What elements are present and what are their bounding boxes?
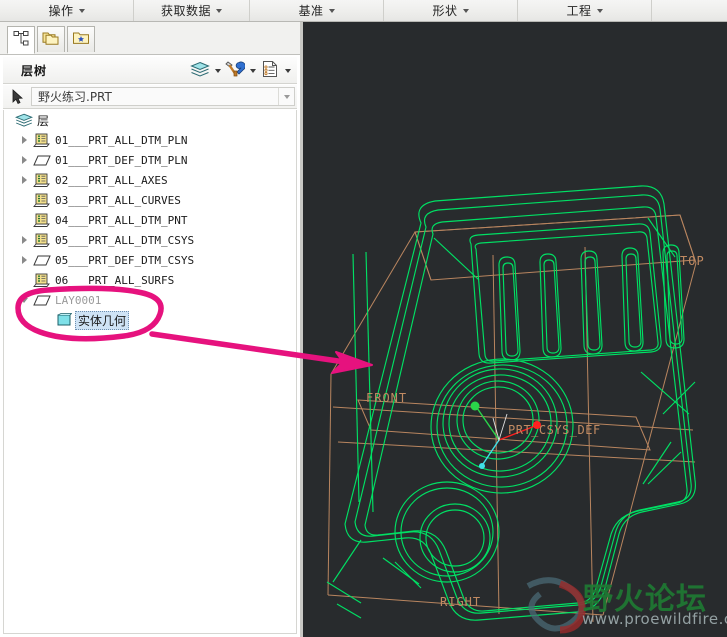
part-selector-row: 野火练习.PRT — [3, 85, 297, 109]
ribbon-group-datum-label: 基准 — [298, 4, 324, 18]
tree-item-label: 01___PRT_ALL_DTM_PLN — [55, 133, 188, 147]
axis-z-marker — [479, 463, 485, 469]
ribbon-group-get-data-label: 获取数据 — [160, 4, 211, 18]
layers-icon — [190, 61, 210, 81]
part-combobox[interactable]: 野火练习.PRT — [31, 87, 295, 106]
ribbon-group-datum[interactable]: 基准 — [250, 0, 384, 21]
twisty-collapsed-icon[interactable] — [16, 230, 32, 250]
solid-icon — [54, 310, 74, 330]
tab-folder-browser[interactable] — [37, 26, 65, 52]
csys-label: PRT_CSYS_DEF — [508, 423, 601, 437]
tree-item-row[interactable]: 05___PRT_ALL_DTM_CSYS — [4, 230, 296, 250]
chevron-down-icon — [284, 68, 291, 73]
layer-icon — [32, 230, 52, 250]
plane-icon — [32, 150, 52, 170]
layer-tree[interactable]: 层 01___PRT_ALL_DTM_PLN 01___PRT_DEF_DTM_P… — [3, 110, 297, 634]
datum-label-top: TOP — [680, 254, 705, 268]
model-tree-icon — [13, 30, 30, 50]
part-name-value: 野火练习.PRT — [38, 90, 112, 104]
tree-item-row[interactable]: 06___PRT_ALL_SURFS — [4, 270, 296, 290]
tree-item-row[interactable]: 05___PRT_DEF_DTM_CSYS — [4, 250, 296, 270]
tree-root-row[interactable]: 层 — [4, 110, 296, 130]
plane-icon — [32, 250, 52, 270]
tree-item-container: 01___PRT_ALL_DTM_PLN 01___PRT_DEF_DTM_PLN… — [4, 130, 296, 330]
chevron-down-icon — [596, 8, 603, 13]
datum-label-right: RIGHT — [440, 595, 482, 609]
tree-item-label: 02___PRT_ALL_AXES — [55, 173, 168, 187]
panel-header-tools — [189, 57, 293, 84]
twisty-collapsed-icon[interactable] — [16, 130, 32, 150]
layers-display-button[interactable] — [189, 60, 211, 82]
tree-item-label: 05___PRT_ALL_DTM_CSYS — [55, 233, 195, 247]
layer-icon — [32, 270, 52, 290]
list-icon — [261, 60, 279, 81]
layer-icon — [32, 190, 52, 210]
tree-item-row[interactable]: 03___PRT_ALL_CURVES — [4, 190, 296, 210]
axis-y-marker — [470, 401, 480, 411]
layer-list-dropdown[interactable] — [282, 60, 293, 82]
layer-icon — [32, 210, 52, 230]
slot-ribs — [498, 244, 685, 361]
layer-icon — [32, 170, 52, 190]
tree-item-row[interactable]: 01___PRT_DEF_DTM_PLN — [4, 150, 296, 170]
datum-label-front: FRONT — [366, 391, 408, 405]
tree-item-label: 01___PRT_DEF_DTM_PLN — [55, 153, 188, 167]
twisty-expanded-icon[interactable] — [16, 290, 32, 310]
tree-item-label: LAY0001 — [55, 293, 102, 307]
select-arrow-icon[interactable] — [3, 86, 31, 108]
favorites-folder-icon — [72, 30, 90, 49]
combo-chevron-down-icon[interactable] — [278, 88, 294, 105]
folder-browser-icon — [42, 30, 60, 49]
ribbon-toolbar: 操作 获取数据 基准 形状 工程 — [0, 0, 727, 22]
datum-planes — [327, 214, 697, 623]
tree-item-row[interactable]: 04___PRT_ALL_DTM_PNT — [4, 210, 296, 230]
chevron-down-icon — [216, 8, 222, 13]
tab-model-tree[interactable] — [7, 26, 35, 54]
chevron-down-icon — [462, 8, 469, 13]
ribbon-group-get-data[interactable]: 获取数据 — [134, 0, 250, 21]
ribbon-group-shape[interactable]: 形状 — [384, 0, 518, 21]
chevron-down-icon — [214, 68, 221, 73]
tools-icon — [225, 60, 246, 81]
tab-favorites[interactable] — [67, 26, 95, 52]
tree-item-label: 04___PRT_ALL_DTM_PNT — [55, 213, 188, 227]
ribbon-group-operations[interactable]: 操作 — [0, 0, 134, 21]
tree-root-label: 层 — [37, 113, 50, 128]
plane-icon — [32, 290, 52, 310]
ribbon-group-shape-label: 形状 — [432, 4, 458, 18]
tree-item-row[interactable]: 实体几何 — [4, 310, 296, 330]
tree-item-label: 实体几何 — [75, 310, 130, 330]
tree-item-label: 05___PRT_DEF_DTM_CSYS — [55, 253, 195, 267]
layer-tree-panel: 层树 野火练习.PRT 层 01___PRT_ALL_DTM_PLN 01___… — [0, 22, 300, 637]
tree-item-row[interactable]: LAY0001 — [4, 290, 296, 310]
tree-item-label: 06___PRT_ALL_SURFS — [55, 273, 175, 287]
ribbon-group-empty — [652, 0, 727, 21]
layer-tools-dropdown[interactable] — [247, 60, 258, 82]
panel-title: 层树 — [21, 63, 48, 78]
layer-list-button[interactable] — [259, 60, 281, 82]
chevron-down-icon — [328, 8, 335, 13]
layers-display-dropdown[interactable] — [212, 60, 223, 82]
layers-icon — [14, 110, 34, 130]
twisty-collapsed-icon[interactable] — [16, 250, 32, 270]
ribbon-group-engineering[interactable]: 工程 — [518, 0, 652, 21]
layer-tools-button[interactable] — [224, 60, 246, 82]
graphics-viewport[interactable]: TOP FRONT RIGHT PRT_CSYS_DEF 野火论坛 www.pr… — [303, 22, 727, 637]
panel-tabstrip — [0, 22, 300, 55]
chevron-down-icon — [249, 68, 256, 73]
layer-icon — [32, 130, 52, 150]
twisty-collapsed-icon[interactable] — [16, 150, 32, 170]
ribbon-group-engineering-label: 工程 — [566, 4, 592, 18]
chevron-down-icon — [78, 8, 85, 13]
tree-item-row[interactable]: 02___PRT_ALL_AXES — [4, 170, 296, 190]
tree-item-label: 03___PRT_ALL_CURVES — [55, 193, 181, 207]
tree-item-row[interactable]: 01___PRT_ALL_DTM_PLN — [4, 130, 296, 150]
ribbon-group-operations-label: 操作 — [48, 4, 74, 18]
twisty-collapsed-icon[interactable] — [16, 170, 32, 190]
panel-header: 层树 — [3, 57, 297, 84]
